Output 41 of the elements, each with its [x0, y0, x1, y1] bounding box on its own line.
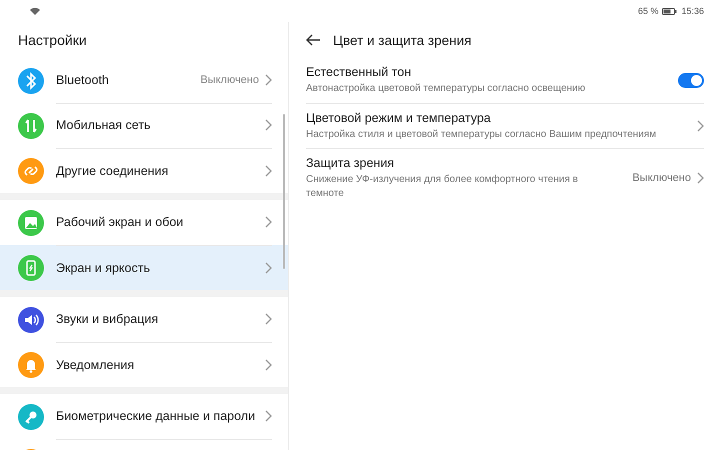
settings-item[interactable]: Уведомления — [0, 342, 288, 387]
settings-item[interactable]: Звуки и вибрация — [0, 297, 288, 342]
battery-percent: 65 % — [638, 6, 658, 16]
chevron-icon — [265, 119, 272, 131]
setting-title: Защита зрения — [306, 156, 396, 170]
item-label: Биометрические данные и пароли — [56, 409, 256, 423]
page-title: Цвет и защита зрения — [333, 32, 472, 48]
item-label: Экран и яркость — [56, 260, 151, 274]
chevron-icon — [265, 262, 272, 274]
chevron-icon — [265, 358, 272, 370]
chevron-icon — [697, 120, 704, 132]
item-label: Мобильная сеть — [56, 118, 152, 132]
setting-value: Выключено — [632, 172, 691, 184]
setting-description: Настройка стиля и цветовой температуры согласно Вашим предпочтениям — [306, 128, 658, 141]
chevron-icon — [265, 216, 272, 228]
chevron-icon — [265, 410, 272, 422]
wifi-icon — [30, 7, 40, 15]
chevron-icon — [697, 172, 704, 184]
settings-title: Настройки — [17, 31, 88, 50]
settings-item[interactable]: Экран и яркость — [0, 245, 288, 290]
setting-title: Естественный тон — [306, 65, 412, 79]
item-label: Уведомления — [56, 358, 136, 372]
item-label: Bluetooth — [56, 73, 110, 87]
settings-item[interactable]: Мобильная сеть — [0, 103, 288, 148]
chevron-icon — [265, 164, 272, 176]
item-value: Выключено — [200, 74, 259, 86]
clock-time: 15:36 — [681, 6, 704, 16]
item-label: Звуки и вибрация — [56, 312, 160, 326]
toggle-switch[interactable] — [678, 72, 704, 88]
setting-title: Цветовой режим и температура — [306, 110, 492, 124]
settings-item[interactable]: Другие соединения — [0, 148, 288, 193]
chevron-icon — [265, 74, 272, 86]
settings-item[interactable]: Bluetooth Выключено — [0, 58, 288, 103]
setting-description: Снижение УФ-излучения для более комфортного чтения в темноте — [306, 173, 579, 200]
back-arrow-icon[interactable] — [306, 34, 321, 46]
chevron-icon — [265, 313, 272, 325]
setting-description: Автонастройка цветовой температуры согласно освещению — [306, 82, 586, 96]
settings-item[interactable]: Биометрические данные и пароли — [0, 394, 288, 439]
battery-icon — [662, 8, 678, 14]
item-label: Другие соединения — [56, 164, 170, 178]
item-label: Рабочий экран и обои — [56, 215, 184, 229]
